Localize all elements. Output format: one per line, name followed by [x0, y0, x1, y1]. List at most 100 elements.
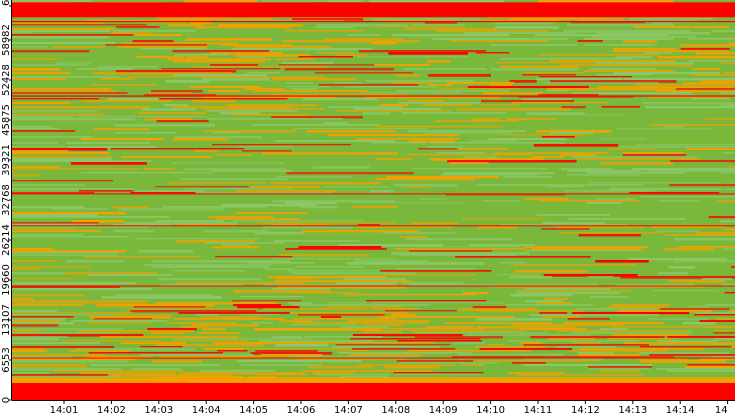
heatmap-streak [611, 326, 706, 328]
heatmap-streak [435, 152, 485, 154]
heatmap-streak [618, 146, 735, 148]
heatmap-streak [12, 28, 116, 30]
heatmap-streak [141, 108, 196, 111]
heatmap-streak [12, 216, 53, 219]
heatmap-streak [711, 30, 735, 33]
heatmap-streak [12, 130, 76, 132]
heatmap-streak [599, 328, 629, 331]
heatmap-streak [617, 128, 714, 130]
heatmap-streak [12, 300, 150, 302]
heatmap-streak [171, 340, 249, 342]
heatmap-streak [407, 154, 533, 156]
heatmap-streak [347, 34, 382, 37]
heatmap-streak [495, 62, 595, 64]
heatmap-streak [203, 348, 245, 350]
heatmap-streak [422, 104, 472, 107]
heatmap-streak [731, 266, 735, 268]
heatmap-streak [62, 340, 163, 342]
heatmap-streak [51, 208, 108, 210]
heatmap-streak [181, 326, 207, 328]
heatmap-streak [292, 128, 427, 130]
heatmap-streak [301, 370, 434, 373]
heatmap-streak [533, 144, 619, 147]
heatmap-streak [476, 184, 585, 186]
heatmap-streak [388, 52, 468, 55]
heatmap-streak [221, 244, 250, 247]
heatmap-streak [724, 292, 735, 294]
heatmap-streak [327, 106, 403, 109]
heatmap-streak [257, 340, 374, 343]
heatmap-streak [288, 292, 358, 294]
heatmap-streak [573, 342, 601, 344]
heatmap-streak [253, 90, 368, 92]
heatmap-streak [12, 78, 67, 80]
heatmap-streak [12, 152, 110, 155]
heatmap-streak [91, 84, 157, 86]
heatmap-streak [299, 206, 338, 209]
heatmap-streak [663, 126, 684, 128]
heatmap-streak [275, 140, 395, 142]
heatmap-streak [656, 368, 735, 370]
heatmap-streak [649, 170, 735, 172]
heatmap-streak [512, 362, 546, 364]
heatmap-streak [516, 374, 644, 376]
heatmap-streak [568, 218, 686, 220]
heatmap-streak [627, 258, 727, 261]
heatmap-streak [596, 74, 653, 76]
heatmap-streak [523, 288, 611, 290]
heatmap-streak [726, 166, 735, 168]
heatmap-streak [730, 182, 735, 184]
heatmap-streak [173, 60, 265, 63]
heatmap-streak [657, 56, 735, 59]
heatmap-streak [286, 172, 414, 175]
heatmap-streak [12, 330, 40, 333]
y-tick-label: 52428 [1, 64, 12, 96]
heatmap-streak [235, 212, 309, 215]
heatmap-streak [215, 256, 293, 258]
heatmap-streak [12, 174, 40, 177]
heatmap-streak [335, 344, 451, 346]
heatmap-streak [656, 230, 700, 233]
heatmap-streak [728, 42, 735, 45]
x-tick-label: 14:09 [429, 405, 458, 415]
heatmap-streak [159, 18, 273, 21]
heatmap-streak [336, 110, 452, 112]
heatmap-streak [215, 154, 253, 156]
heatmap-streak [361, 92, 462, 94]
heatmap-streak [71, 162, 147, 165]
heatmap-streak [601, 106, 640, 108]
heatmap-streak [394, 374, 480, 376]
heatmap-streak [458, 354, 563, 356]
heatmap-streak [443, 172, 554, 175]
heatmap-streak [173, 318, 285, 320]
heatmap-streak [233, 46, 332, 48]
heatmap-streak [204, 242, 285, 244]
heatmap-streak [374, 64, 431, 66]
x-tick-label: 14:03 [144, 405, 173, 415]
heatmap-streak [12, 46, 48, 48]
heatmap-streak [12, 332, 118, 334]
heatmap-streak [713, 330, 735, 332]
heatmap-streak [509, 18, 623, 21]
heatmap-streak [452, 342, 485, 345]
heatmap-streak [115, 314, 172, 316]
heatmap-streak [690, 74, 735, 77]
heatmap-streak [353, 108, 441, 110]
x-tick-label: 14:05 [239, 405, 268, 415]
heatmap-streak [81, 172, 212, 174]
heatmap-streak [12, 24, 147, 26]
heatmap-streak [462, 218, 546, 220]
heatmap-streak [384, 366, 440, 369]
heatmap-streak [396, 268, 474, 270]
heatmap-streak [12, 254, 119, 256]
heatmap-streak [12, 102, 71, 104]
heatmap-streak [648, 318, 708, 320]
heatmap-streak [523, 246, 649, 249]
heatmap-streak [148, 92, 193, 94]
heatmap-streak [668, 266, 695, 269]
heatmap-streak [652, 290, 719, 292]
heatmap-streak [511, 324, 625, 326]
heatmap-streak [693, 68, 722, 71]
heatmap-streak [76, 68, 133, 70]
heatmap-streak [12, 304, 84, 306]
